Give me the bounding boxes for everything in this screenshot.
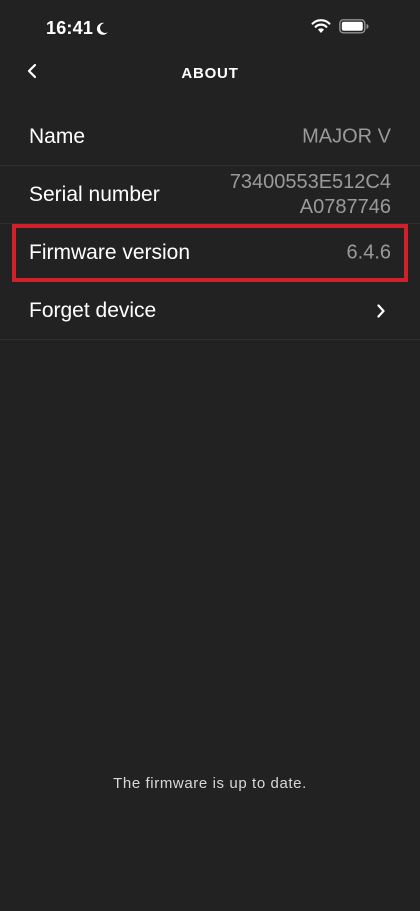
serial-number-label: Serial number — [29, 182, 160, 206]
status-bar: 16:41 — [0, 0, 420, 56]
status-time-group: 16:41 — [46, 18, 109, 39]
page-title: ABOUT — [181, 65, 239, 82]
firmware-status-message: The firmware is up to date. — [113, 775, 307, 792]
serial-number-line-2: A0787746 — [299, 195, 391, 218]
battery-icon — [339, 19, 369, 39]
forget-device-label: Forget device — [29, 298, 157, 322]
forget-device-row[interactable]: Forget device — [0, 282, 420, 340]
firmware-version-label: Firmware version — [29, 240, 191, 264]
status-time: 16:41 — [46, 18, 94, 38]
name-label: Name — [29, 124, 86, 148]
firmware-version-row: Firmware version 6.4.6 — [12, 224, 408, 282]
about-list: Name MAJOR V Serial number 73400553E512C… — [0, 108, 420, 340]
firmware-version-value: 6.4.6 — [346, 241, 391, 263]
wifi-icon — [311, 19, 331, 39]
nav-bar: ABOUT — [0, 56, 420, 92]
name-value: MAJOR V — [302, 125, 391, 147]
moon-icon — [96, 22, 109, 36]
chevron-right-icon — [376, 303, 386, 319]
serial-number-row: Serial number 73400553E512C4 A0787746 — [0, 166, 420, 224]
serial-number-line-1: 73400553E512C4 — [229, 170, 391, 193]
name-row: Name MAJOR V — [0, 108, 420, 166]
serial-number-value: 73400553E512C4 A0787746 — [230, 170, 391, 220]
